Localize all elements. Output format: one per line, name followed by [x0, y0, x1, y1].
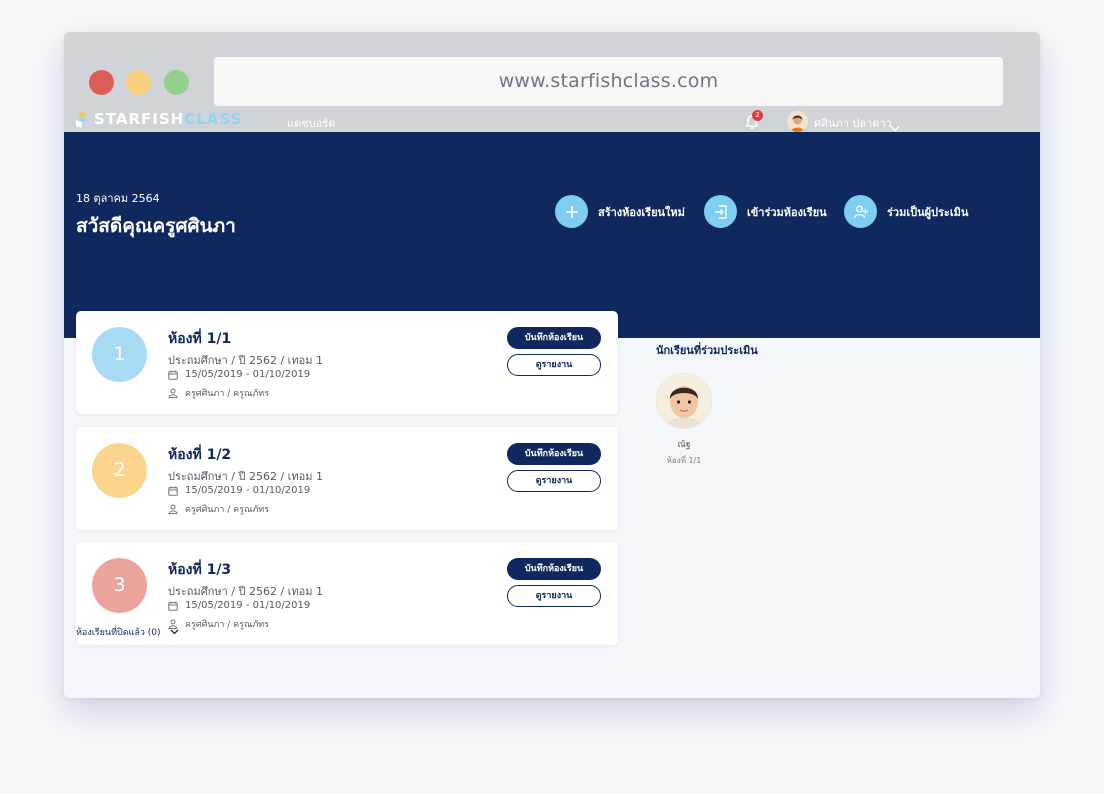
chevron-down-icon — [170, 629, 179, 635]
classroom-dates-text: 15/05/2019 - 01/10/2019 — [185, 369, 311, 380]
user-icon — [168, 388, 178, 398]
notification-badge: 2 — [752, 110, 763, 121]
minimize-window-button[interactable] — [126, 70, 151, 95]
classroom-teachers-text: ครูศศินภา / ครูณภัทร — [185, 620, 270, 630]
student-name: ณัฐ — [677, 440, 691, 450]
record-classroom-button[interactable]: บันทึกห้องเรียน — [507, 327, 601, 349]
starfish-logo-icon — [76, 110, 88, 128]
user-name[interactable]: ศศินภา ปลาดาว — [814, 114, 892, 132]
address-bar[interactable]: www.starfishclass.com — [214, 57, 1003, 106]
student-avatar[interactable] — [656, 373, 712, 429]
plus-icon — [555, 195, 588, 228]
create-classroom-label: สร้างห้องเรียนใหม่ — [598, 205, 685, 219]
nav-dashboard-link[interactable]: แดชบอร์ด — [287, 114, 335, 132]
join-classroom-label: เข้าร่วมห้องเรียน — [747, 205, 827, 219]
join-assessor-button[interactable]: ร่วมเป็นผู้ประเมิน — [844, 195, 968, 228]
classroom-dates: 15/05/2019 - 01/10/2019 — [168, 369, 310, 380]
classroom-dates-text: 15/05/2019 - 01/10/2019 — [185, 600, 311, 611]
classroom-title[interactable]: ห้องที่ 1/1 — [168, 328, 231, 350]
calendar-icon — [168, 486, 178, 496]
classroom-level: ประถมศึกษา / ปี 2562 / เทอม 1 — [168, 354, 324, 367]
classroom-teachers: ครูศศินภา / ครูณภัทร — [168, 502, 269, 516]
classroom-number-badge: 3 — [92, 558, 147, 613]
student-room: ห้องที่ 1/1 — [666, 456, 702, 465]
calendar-icon — [168, 601, 178, 611]
view-report-button[interactable]: ดูรายงาน — [507, 470, 601, 492]
add-user-icon — [844, 195, 877, 228]
view-report-button[interactable]: ดูรายงาน — [507, 585, 601, 607]
closed-rooms-label: ห้องเรียนที่ปิดแล้ว (0) — [76, 628, 161, 638]
classroom-level: ประถมศึกษา / ปี 2562 / เทอม 1 — [168, 585, 324, 598]
classroom-teachers-text: ครูศศินภา / ครูณภัทร — [185, 505, 270, 515]
closed-rooms-toggle[interactable]: ห้องเรียนที่ปิดแล้ว (0) — [76, 625, 179, 639]
classroom-teachers: ครูศศินภา / ครูณภัทร — [168, 617, 269, 631]
classroom-dates-text: 15/05/2019 - 01/10/2019 — [185, 485, 311, 496]
classroom-level: ประถมศึกษา / ปี 2562 / เทอม 1 — [168, 470, 324, 483]
logo-text-class: CLASS — [184, 110, 243, 128]
close-window-button[interactable] — [89, 70, 114, 95]
current-date: 18 ตุลาคม 2564 — [76, 192, 160, 205]
classroom-teachers: ครูศศินภา / ครูณภัทร — [168, 386, 269, 400]
classroom-teachers-text: ครูศศินภา / ครูณภัทร — [185, 389, 270, 399]
classroom-dates: 15/05/2019 - 01/10/2019 — [168, 485, 310, 496]
join-classroom-button[interactable]: เข้าร่วมห้องเรียน — [704, 195, 827, 228]
chevron-down-icon[interactable] — [890, 117, 900, 132]
starfishclass-logo[interactable]: STARFISHCLASS — [76, 110, 242, 128]
classroom-number-badge: 2 — [92, 443, 147, 498]
user-avatar[interactable] — [787, 111, 808, 132]
view-report-button[interactable]: ดูรายงาน — [507, 354, 601, 376]
calendar-icon — [168, 370, 178, 380]
classroom-card[interactable]: 2 ห้องที่ 1/2 ประถมศึกษา / ปี 2562 / เทอ… — [76, 427, 618, 530]
classroom-title[interactable]: ห้องที่ 1/3 — [168, 559, 231, 581]
student-item[interactable]: ณัฐ ห้องที่ 1/1 — [656, 373, 712, 467]
user-icon — [168, 504, 178, 514]
classroom-title[interactable]: ห้องที่ 1/2 — [168, 444, 231, 466]
logo-text-starfish: STARFISH — [94, 110, 185, 128]
create-classroom-button[interactable]: สร้างห้องเรียนใหม่ — [555, 195, 685, 228]
classroom-number-badge: 1 — [92, 327, 147, 382]
classroom-dates: 15/05/2019 - 01/10/2019 — [168, 600, 310, 611]
join-assessor-label: ร่วมเป็นผู้ประเมิน — [887, 205, 969, 219]
join-room-icon — [704, 195, 737, 228]
record-classroom-button[interactable]: บันทึกห้องเรียน — [507, 558, 601, 580]
record-classroom-button[interactable]: บันทึกห้องเรียน — [507, 443, 601, 465]
logo-text: STARFISHCLASS — [94, 110, 242, 128]
assessing-students-title: นักเรียนที่ร่วมประเมิน — [656, 344, 758, 357]
greeting-title: สวัสดีคุณครูศศินภา — [76, 215, 236, 237]
classroom-card[interactable]: 1 ห้องที่ 1/1 ประถมศึกษา / ปี 2562 / เทอ… — [76, 311, 618, 414]
maximize-window-button[interactable] — [164, 70, 189, 95]
